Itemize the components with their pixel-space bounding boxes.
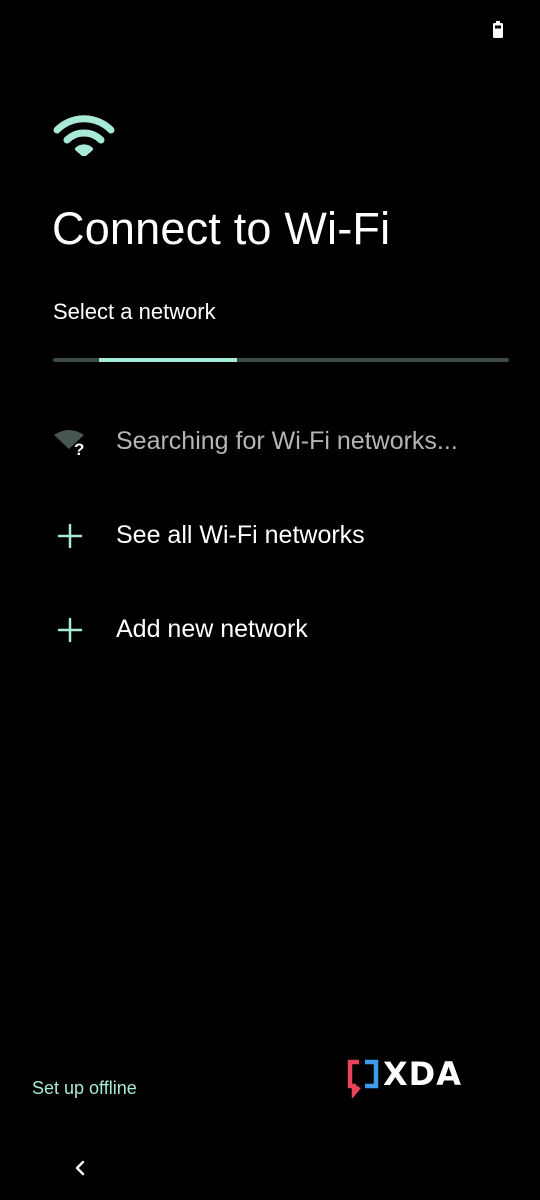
xda-watermark: XDA	[347, 1055, 475, 1098]
plus-icon	[57, 523, 83, 549]
list-item-add-network[interactable]: Add new network	[0, 590, 540, 670]
list-item-searching: ? Searching for Wi-Fi networks...	[0, 402, 540, 482]
progress-indicator	[99, 358, 237, 362]
add-network-label: Add new network	[116, 615, 308, 643]
status-bar	[0, 0, 540, 56]
xda-logo-icon	[347, 1059, 379, 1098]
list-item-see-all-networks[interactable]: See all Wi-Fi networks	[0, 496, 540, 576]
searching-label: Searching for Wi-Fi networks...	[116, 427, 458, 455]
page-subtitle: Select a network	[53, 299, 216, 324]
setup-offline-button[interactable]: Set up offline	[32, 1076, 137, 1100]
plus-icon	[57, 617, 83, 643]
battery-icon	[493, 21, 503, 38]
svg-text:?: ?	[74, 440, 84, 459]
chevron-left-icon[interactable]	[64, 1152, 96, 1184]
page-title: Connect to Wi-Fi	[52, 203, 391, 254]
wifi-icon	[53, 115, 115, 156]
wifi-unknown-icon: ?	[54, 430, 84, 459]
watermark-text: XDA	[383, 1055, 462, 1093]
progress-bar	[53, 358, 509, 362]
see-all-networks-label: See all Wi-Fi networks	[116, 521, 365, 549]
